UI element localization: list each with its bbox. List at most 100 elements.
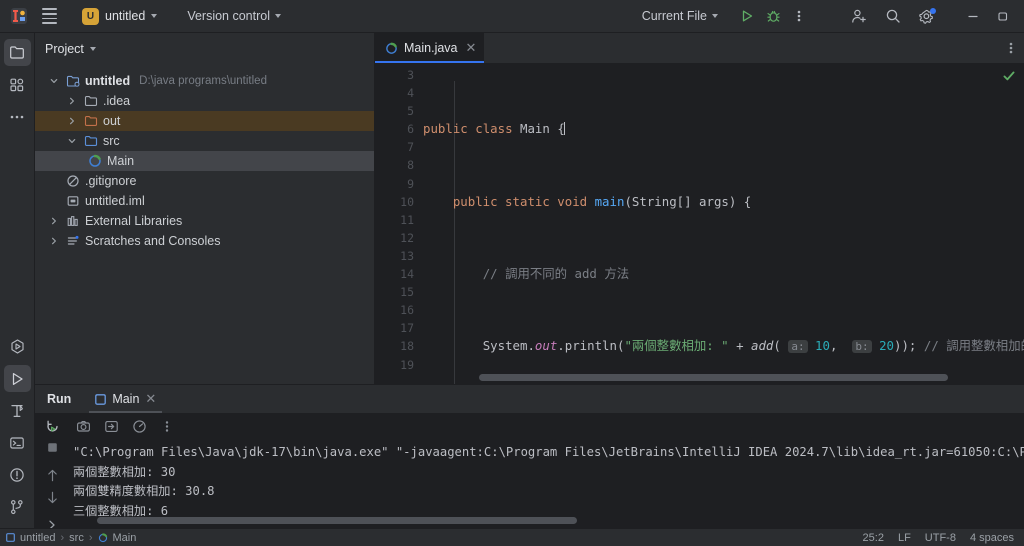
sidebar-item-version-control[interactable] bbox=[4, 493, 31, 520]
token-method: main bbox=[594, 193, 625, 209]
settings-gear-icon[interactable] bbox=[914, 3, 940, 29]
breadcrumb-item-src[interactable]: src bbox=[69, 532, 84, 544]
version-control-label: Version control bbox=[187, 9, 270, 23]
java-class-icon bbox=[87, 154, 103, 168]
editor-tab-main-java[interactable]: Main.java ✕ bbox=[375, 33, 485, 63]
tree-node-src[interactable]: src bbox=[35, 131, 374, 151]
more-vertical-icon[interactable] bbox=[786, 3, 812, 29]
arrow-up-icon[interactable] bbox=[40, 468, 64, 483]
maximize-icon[interactable] bbox=[988, 3, 1018, 29]
caret-position[interactable]: 25:2 bbox=[863, 532, 884, 544]
tree-node-idea[interactable]: .idea bbox=[35, 91, 374, 111]
tree-node-external-libraries[interactable]: External Libraries bbox=[35, 211, 374, 231]
line-separator[interactable]: LF bbox=[898, 532, 911, 544]
chevron-right-icon[interactable] bbox=[65, 117, 79, 125]
source-code: public class Main { public static void m… bbox=[423, 66, 1024, 384]
chevron-down-icon[interactable] bbox=[65, 137, 79, 145]
more-vertical-icon[interactable] bbox=[155, 415, 179, 437]
tree-node-untitled[interactable]: untitled D:\java programs\untitled bbox=[35, 71, 374, 91]
sidebar-item-problems[interactable] bbox=[4, 461, 31, 488]
tree-node-iml[interactable]: untitled.iml bbox=[35, 191, 374, 211]
sidebar-item-project[interactable] bbox=[3, 39, 31, 66]
run-configuration-selector[interactable]: Current File bbox=[636, 6, 724, 26]
editor-tab-label: Main.java bbox=[404, 41, 458, 55]
camera-icon[interactable] bbox=[71, 415, 95, 437]
token-punct: )); bbox=[894, 338, 917, 354]
status-bar: untitled › src › Main 25:2 LF UTF-8 4 sp… bbox=[0, 528, 1024, 546]
sidebar-item-build[interactable] bbox=[4, 397, 31, 424]
indent-setting[interactable]: 4 spaces bbox=[970, 532, 1014, 544]
line-number: 15 bbox=[400, 285, 414, 300]
arrow-down-icon[interactable] bbox=[40, 490, 64, 505]
token-keyword: public static void bbox=[452, 193, 588, 209]
editor-area: Main.java ✕ 3 4 5 6 7 8 9 10 11 12 13 14… bbox=[375, 33, 1024, 384]
project-panel-header[interactable]: Project bbox=[35, 33, 374, 65]
debug-icon[interactable] bbox=[760, 3, 786, 29]
line-number: 7 bbox=[407, 140, 414, 155]
chevron-right-icon[interactable] bbox=[47, 237, 61, 245]
folder-gray-icon bbox=[83, 94, 99, 108]
minimize-icon[interactable] bbox=[958, 3, 988, 29]
upper-area: Project untitled D:\java programs\untitl… bbox=[35, 33, 1024, 384]
sidebar-item-terminal[interactable] bbox=[4, 429, 31, 456]
tree-label: .idea bbox=[103, 94, 131, 108]
run-icon[interactable] bbox=[734, 3, 760, 29]
console-line: 兩個雙精度數相加: 30.8 bbox=[73, 484, 215, 498]
title-bar: U untitled Version control Current File bbox=[0, 0, 1024, 33]
close-icon[interactable]: ✕ bbox=[145, 391, 156, 407]
tree-label: out bbox=[103, 114, 121, 128]
module-icon bbox=[6, 533, 15, 542]
gauge-icon[interactable] bbox=[127, 415, 151, 437]
line-number: 10 bbox=[400, 194, 414, 209]
file-encoding[interactable]: UTF-8 bbox=[925, 532, 956, 544]
chevron-right-icon[interactable] bbox=[65, 97, 79, 105]
chevron-right-icon[interactable] bbox=[47, 217, 61, 225]
editor-horizontal-scrollbar[interactable] bbox=[479, 374, 948, 381]
tree-node-scratches[interactable]: Scratches and Consoles bbox=[35, 231, 374, 251]
sidebar-item-run[interactable] bbox=[3, 365, 31, 392]
console-output[interactable]: "C:\Program Files\Java\jdk-17\bin\java.e… bbox=[69, 439, 1024, 528]
token-params: (String[] args) { bbox=[624, 193, 752, 209]
export-arrow-icon[interactable] bbox=[99, 415, 123, 437]
tree-label: .gitignore bbox=[85, 174, 137, 188]
tree-node-out[interactable]: out bbox=[35, 111, 374, 131]
tree-node-gitignore[interactable]: .gitignore bbox=[35, 171, 374, 191]
project-selector[interactable]: U untitled bbox=[76, 5, 163, 28]
line-number: 19 bbox=[400, 357, 414, 372]
breadcrumb[interactable]: untitled › src › Main bbox=[6, 532, 136, 544]
line-number: 12 bbox=[400, 230, 414, 245]
project-tree: untitled D:\java programs\untitled .idea bbox=[35, 65, 374, 384]
java-class-icon bbox=[385, 42, 398, 55]
chevron-down-icon[interactable] bbox=[47, 77, 61, 85]
code-text-area[interactable]: public class Main { public static void m… bbox=[423, 63, 1024, 384]
console-horizontal-scrollbar[interactable] bbox=[97, 517, 577, 524]
editor-line-numbers: 3 4 5 6 7 8 9 10 11 12 13 14 15 16 17 18… bbox=[375, 63, 423, 384]
breadcrumb-item-main[interactable]: Main bbox=[113, 532, 137, 544]
sidebar-item-run-anything[interactable] bbox=[4, 333, 31, 360]
inspection-status-icon[interactable] bbox=[1002, 69, 1016, 88]
tree-node-main[interactable]: Main bbox=[35, 151, 374, 171]
main-column: Project untitled D:\java programs\untitl… bbox=[35, 33, 1024, 530]
main-body: Project untitled D:\java programs\untitl… bbox=[0, 33, 1024, 530]
hamburger-menu-icon[interactable] bbox=[36, 4, 62, 28]
line-number: 11 bbox=[400, 212, 414, 227]
editor-options-icon[interactable] bbox=[998, 33, 1024, 63]
sidebar-item-structure[interactable] bbox=[4, 71, 31, 98]
token-method-call: .println( bbox=[557, 338, 625, 354]
rerun-icon[interactable] bbox=[40, 419, 64, 434]
line-number: 6 bbox=[407, 122, 414, 137]
search-icon[interactable] bbox=[880, 3, 906, 29]
sidebar-item-more[interactable] bbox=[4, 103, 31, 130]
run-tab-main[interactable]: Main ✕ bbox=[89, 385, 163, 413]
token-keyword: class bbox=[475, 121, 513, 137]
line-number: 14 bbox=[400, 267, 414, 282]
close-icon[interactable]: ✕ bbox=[466, 40, 477, 56]
project-panel-title: Project bbox=[45, 42, 84, 56]
code-line-3: public class Main { bbox=[423, 120, 1024, 138]
stop-square-icon[interactable] bbox=[40, 441, 64, 454]
add-user-icon[interactable] bbox=[846, 3, 872, 29]
breadcrumb-item-untitled[interactable]: untitled bbox=[20, 532, 55, 544]
line-number: 9 bbox=[407, 176, 414, 191]
line-number: 16 bbox=[400, 303, 414, 318]
version-control-menu[interactable]: Version control bbox=[181, 6, 287, 26]
